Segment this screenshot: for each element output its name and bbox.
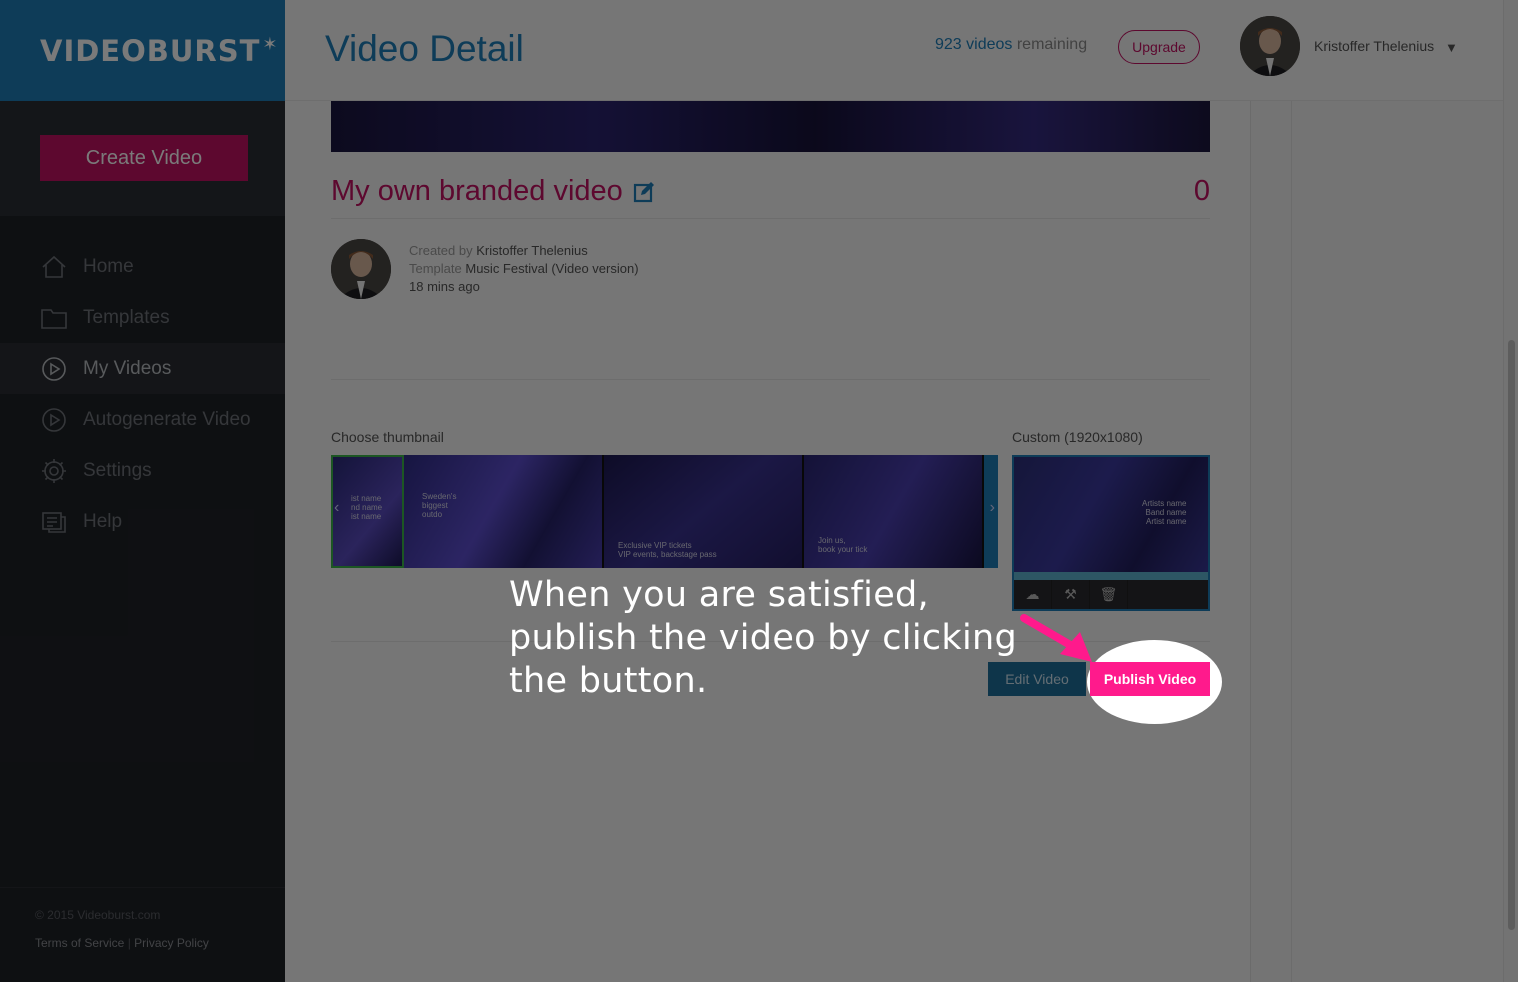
create-video-button[interactable]: Create Video [40,135,248,181]
user-name[interactable]: Kristoffer Thelenius [1314,38,1434,54]
thumbnail-option[interactable]: Join us, book your tick [804,455,984,568]
thumbnail-option[interactable]: ist name nd name ist name [331,455,404,568]
create-area: Create Video [0,101,285,216]
sidebar-nav: Home Templates My Videos Autogenerate Vi… [0,216,285,888]
sidebar-item-label: Templates [83,306,170,328]
remaining-suffix: remaining [1016,36,1088,53]
view-count: 0 [1193,175,1210,207]
sidebar-item-settings[interactable]: Settings [0,445,285,496]
created-by-label: Created by [409,243,473,258]
edit-icon[interactable] [633,181,655,203]
video-title-text: My own branded video [331,175,623,207]
logo-bar: VIDEOBURST ✶ [0,0,285,101]
videoburst-logo[interactable]: VIDEOBURST ✶ [40,34,279,68]
chevron-right-icon[interactable]: › [990,499,995,517]
sidebar-item-label: My Videos [83,357,172,379]
wrench-icon[interactable]: ⚒ [1052,580,1090,609]
thumbnail-caption: Sweden's biggest outdo [422,492,457,519]
privacy-link[interactable]: Privacy Policy [134,936,209,950]
template-name: Music Festival (Video version) [465,261,639,276]
scroll-thumb[interactable] [1508,340,1515,930]
thumbnail-option[interactable]: Sweden's biggest outdo [404,455,604,568]
thumbnail-caption: Exclusive VIP tickets VIP events, backst… [618,541,717,559]
custom-thumbnail-label: Custom (1920x1080) [1012,429,1143,445]
created-by: Created by Kristoffer Thelenius [409,243,588,258]
footer-links: Terms of Service | Privacy Policy [35,936,285,950]
time-ago: 18 mins ago [409,279,480,294]
sidebar-item-label: Autogenerate Video [83,408,251,430]
thumbnail-caption: Join us, book your tick [818,536,868,554]
remaining-count: 923 videos [935,36,1013,53]
sidebar-item-autogenerate-video[interactable]: Autogenerate Video [0,394,285,445]
chevron-left-icon[interactable]: ‹ [334,499,339,517]
play-icon [40,355,68,383]
divider [331,218,1210,219]
tutorial-text: When you are satisfied, publish the vide… [509,575,1017,701]
thumbnail-carousel[interactable]: ist name nd name ist name Sweden's bigge… [331,455,998,568]
sidebar: VIDEOBURST ✶ Create Video Home Templates … [0,0,285,982]
sidebar-item-templates[interactable]: Templates [0,292,285,343]
right-panel-divider [1291,101,1292,982]
sidebar-footer: © 2015 Videoburst.com Terms of Service |… [0,887,285,982]
tutorial-arrow-icon [1020,614,1092,662]
video-title: My own branded video [331,175,655,208]
help-icon [40,508,68,536]
divider [331,379,1210,380]
header: Video Detail 923 videos remaining Upgrad… [285,0,1503,101]
gear-icon [40,457,68,485]
star-icon: ✶ [262,33,279,55]
play-icon [40,406,68,434]
copyright: © 2015 Videoburst.com [35,908,161,922]
creator-avatar [331,239,391,299]
terms-link[interactable]: Terms of Service [35,936,124,950]
folder-icon [40,304,68,332]
videos-remaining: 923 videos remaining [935,36,1087,54]
thumbnail-caption: ist name nd name ist name [351,494,383,521]
trash-icon[interactable]: 🗑 [1090,580,1128,609]
template-info: Template Music Festival (Video version) [409,261,639,276]
upgrade-button[interactable]: Upgrade [1118,30,1200,64]
sidebar-item-label: Help [83,510,123,532]
sidebar-item-home[interactable]: Home [0,241,285,292]
created-by-name: Kristoffer Thelenius [476,243,588,258]
right-panel [1250,101,1503,982]
avatar[interactable] [1240,16,1300,76]
main-content: My own branded video 0 Created by Kristo… [285,101,1250,982]
video-player[interactable] [331,101,1210,152]
scrollbar[interactable] [1503,0,1518,982]
thumbnail-option[interactable]: Exclusive VIP tickets VIP events, backst… [604,455,804,568]
template-label: Template [409,261,462,276]
sidebar-item-label: Home [83,255,134,277]
sidebar-item-label: Settings [83,459,152,481]
publish-video-button[interactable]: Publish Video [1090,662,1210,696]
sidebar-item-my-videos[interactable]: My Videos [0,343,285,394]
footer-separator: | [127,936,131,950]
choose-thumbnail-label: Choose thumbnail [331,429,444,445]
chevron-down-icon[interactable]: ▼ [1445,40,1458,55]
thumbnail-caption: Artists name Band name Artist name [1142,499,1187,526]
page-title: Video Detail [325,28,524,69]
sidebar-item-help[interactable]: Help [0,496,285,547]
custom-thumbnail-image: Artists name Band name Artist name [1014,457,1208,572]
home-icon [40,253,68,281]
